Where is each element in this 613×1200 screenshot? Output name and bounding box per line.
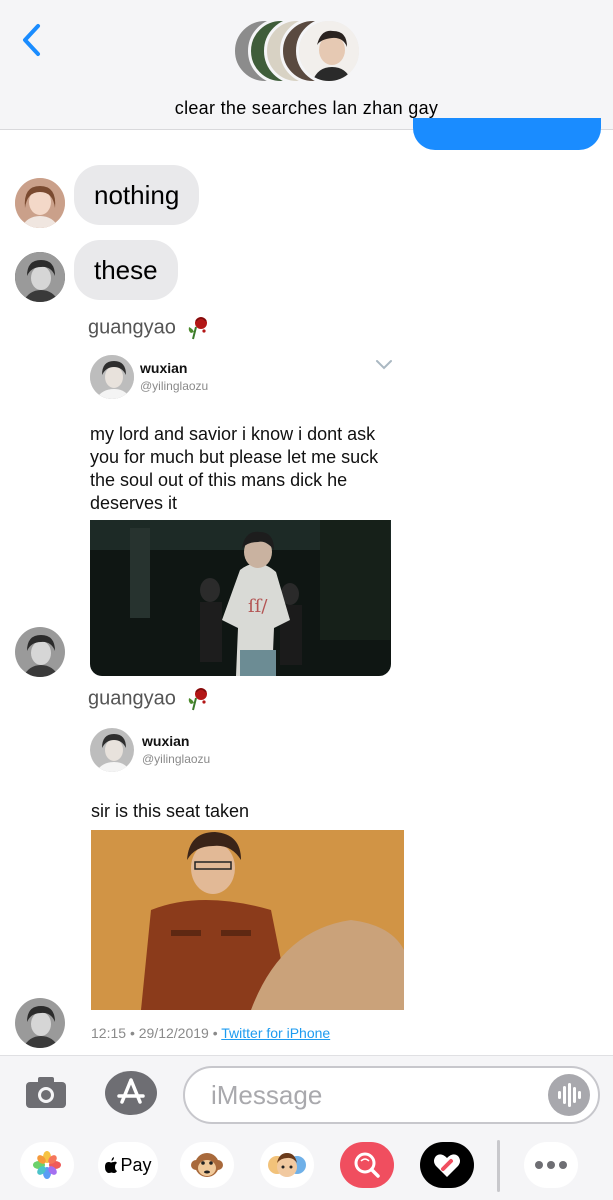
conversation-header: clear the searches lan zhan gay — [0, 0, 613, 130]
outgoing-bubble-fragment — [413, 118, 601, 150]
avatar — [15, 178, 65, 228]
tweet-metadata: 12:15 • 29/12/2019 • Twitter for iPhone — [91, 1025, 330, 1041]
tweet-media-image[interactable]: ſſ/ — [90, 520, 391, 676]
tweet-date: 29/12/2019 — [138, 1025, 209, 1041]
memoji-icon[interactable] — [260, 1142, 314, 1188]
apple-logo-icon — [105, 1157, 118, 1173]
tweet-author-name: wuxian — [140, 360, 188, 376]
tweet-time: 12:15 — [91, 1025, 127, 1041]
group-title[interactable]: clear the searches lan zhan gay — [0, 98, 613, 119]
tweet-author-name: wuxian — [142, 733, 190, 749]
svg-text:ſſ/: ſſ/ — [248, 596, 268, 617]
tweet-author-handle: @yilinglaozu — [142, 752, 211, 766]
search-images-icon[interactable] — [340, 1142, 394, 1188]
tweet-source-link[interactable]: Twitter for iPhone — [221, 1025, 330, 1041]
avatar — [15, 252, 65, 302]
separator: • — [212, 1025, 218, 1041]
avatar — [15, 998, 65, 1048]
app-store-icon[interactable] — [104, 1070, 158, 1116]
avatar — [15, 627, 65, 677]
monkey-memoji-icon[interactable] — [180, 1142, 234, 1188]
avatar — [90, 355, 134, 399]
apple-pay-label: Pay — [120, 1154, 152, 1175]
camera-icon[interactable] — [24, 1074, 68, 1110]
message-text: these — [94, 255, 158, 285]
message-bubble[interactable]: these — [74, 240, 178, 300]
separator: • — [129, 1025, 135, 1041]
audio-waveform-icon[interactable] — [548, 1074, 590, 1116]
apple-pay-button[interactable]: Pay — [98, 1142, 158, 1188]
sender-name: guangyao — [88, 315, 209, 341]
message-input[interactable]: iMessage — [183, 1066, 600, 1124]
group-avatars[interactable] — [232, 18, 382, 88]
sender-name: guangyao — [88, 686, 209, 712]
wilted-rose-icon — [189, 317, 208, 340]
chevron-down-icon[interactable] — [375, 359, 393, 371]
app-drawer: Pay — [0, 1138, 613, 1198]
tweet-media-image[interactable] — [91, 830, 404, 1010]
tweet-text: sir is this seat taken — [91, 801, 250, 821]
chevron-left-icon[interactable] — [18, 20, 48, 60]
wilted-rose-icon — [189, 688, 208, 711]
tweet-author-handle: @yilinglaozu — [140, 379, 209, 393]
more-icon[interactable] — [524, 1142, 578, 1188]
tweet-card[interactable]: wuxian @yilinglaozu sir is this seat tak… — [88, 718, 408, 1048]
avatar — [296, 18, 362, 84]
message-text: nothing — [94, 180, 180, 210]
message-placeholder: iMessage — [211, 1080, 323, 1110]
message-bubble[interactable]: nothing — [74, 165, 200, 225]
tweet-text: my lord and savior i know i dont ask you… — [90, 424, 379, 513]
divider — [497, 1140, 500, 1192]
digital-touch-icon[interactable] — [420, 1142, 474, 1188]
sender-label: guangyao — [88, 316, 176, 339]
tweet-card[interactable]: wuxian @yilinglaozu my lord and savior i… — [88, 345, 403, 680]
avatar — [90, 728, 134, 772]
photos-icon[interactable] — [20, 1142, 74, 1188]
sender-label: guangyao — [88, 687, 176, 710]
message-input-bar: iMessage Pay — [0, 1055, 613, 1200]
